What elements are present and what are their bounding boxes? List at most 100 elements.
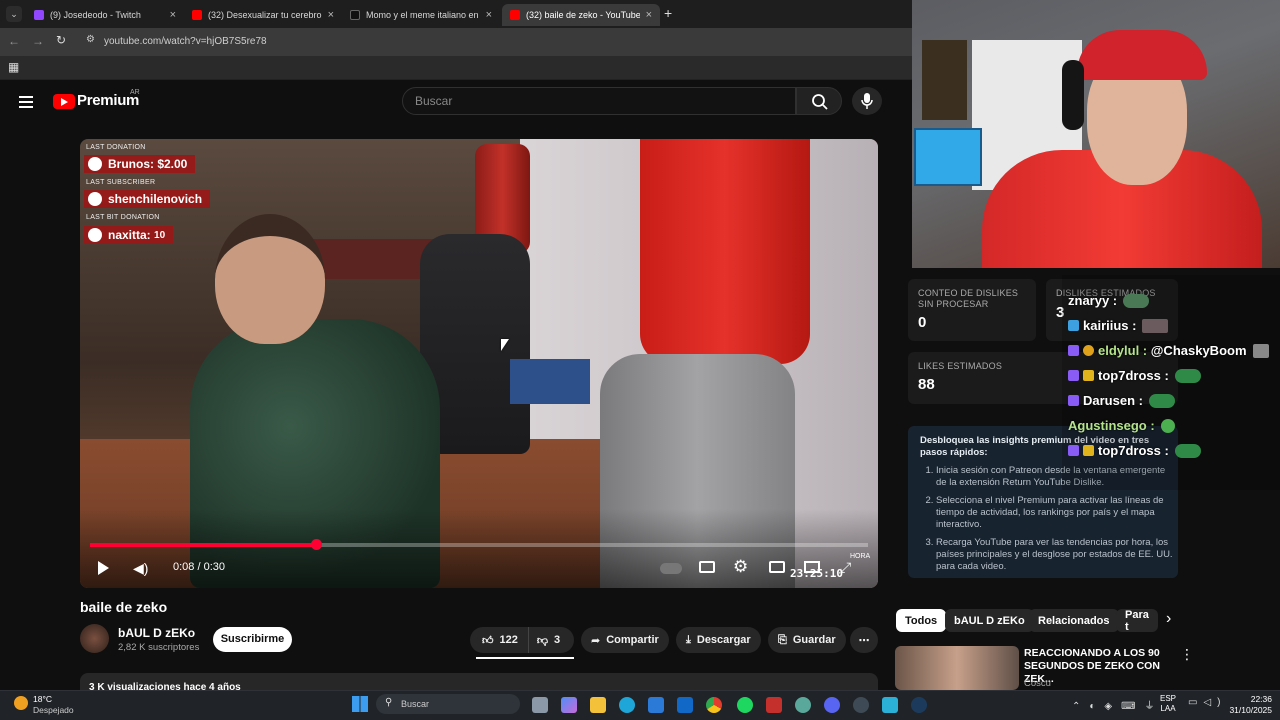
file-explorer-icon[interactable] <box>590 697 606 713</box>
badge-icon <box>1068 395 1079 406</box>
raw-dislikes-card: CONTEO DE DISLIKES SIN PROCESAR 0 <box>908 279 1036 341</box>
subscribe-button[interactable]: Suscribirme <box>213 627 292 652</box>
video-frame-blue-mat <box>510 359 590 404</box>
raw-dislikes-value: 0 <box>918 314 927 331</box>
outlook-icon[interactable] <box>677 697 693 713</box>
site-info-icon[interactable]: ⚙ <box>86 34 95 45</box>
more-icon: ⋯ <box>858 634 870 647</box>
clock[interactable]: 22:36 31/10/2025 <box>1224 694 1272 716</box>
download-button[interactable]: ⤓ Descargar <box>676 627 761 653</box>
steam-icon[interactable] <box>911 697 927 713</box>
store-icon[interactable] <box>648 697 664 713</box>
close-icon[interactable]: × <box>646 9 652 21</box>
badge-icon <box>1068 345 1079 356</box>
edge-icon[interactable] <box>619 697 635 713</box>
settings-icon[interactable]: ⚙ <box>733 557 748 577</box>
miniplayer-icon[interactable] <box>769 561 785 573</box>
system-tray-icons[interactable]: ⌃◐◈⌨⏚ <box>1072 697 1164 712</box>
menu-icon[interactable] <box>19 93 33 111</box>
copilot-icon[interactable] <box>561 697 577 713</box>
weather-temp: 18°C <box>33 694 52 704</box>
emote-icon <box>1123 293 1150 308</box>
dislike-button[interactable]: 👎︎ 3 <box>529 627 568 653</box>
app-icon[interactable] <box>795 697 811 713</box>
close-icon[interactable]: × <box>328 9 334 21</box>
voice-search-button[interactable] <box>852 87 882 115</box>
chip-todos[interactable]: Todos <box>896 609 947 632</box>
app-icon[interactable] <box>766 697 782 713</box>
url-field[interactable]: youtube.com/watch?v=hjOB7S5re78 <box>104 36 267 47</box>
star-icon <box>88 228 102 242</box>
chat-message: eldylul : @ChaskyBoom <box>1068 343 1269 358</box>
channel-avatar[interactable] <box>80 624 109 653</box>
video-player[interactable]: LAST DONATION Brunos: $2.00 LAST SUBSCRI… <box>80 139 878 588</box>
tab-list-button[interactable]: ⌄ <box>6 6 22 22</box>
chrome-icon[interactable] <box>706 697 722 713</box>
raw-dislikes-label: CONTEO DE DISLIKES SIN PROCESAR <box>918 288 1019 309</box>
last-donation: Brunos: $2.00 <box>84 155 196 173</box>
crown-badge-icon <box>1083 370 1094 381</box>
emote-icon <box>1174 443 1201 458</box>
search-input[interactable] <box>402 87 796 115</box>
taskbar-search[interactable]: ⚲ Buscar <box>376 694 520 714</box>
chat-message: top7dross : <box>1068 443 1201 458</box>
windows-start-icon[interactable] <box>352 696 368 712</box>
thumbs-up-icon: 👍︎ <box>482 634 494 647</box>
forward-icon[interactable]: → <box>32 34 44 48</box>
browser-tab-active[interactable]: (32) baile de zeko - YouTube × <box>502 4 660 26</box>
tiktok-icon <box>350 10 360 20</box>
like-ratio-bar <box>476 657 574 659</box>
language-indicator[interactable]: ESP LAA <box>1160 694 1176 714</box>
last-bit-donation: naxitta: 10 <box>84 226 174 244</box>
mic-icon <box>861 93 873 109</box>
new-tab-button[interactable]: + <box>664 5 672 21</box>
more-vert-icon[interactable]: ⋮ <box>1180 646 1194 663</box>
badge-icon <box>1068 320 1079 331</box>
volume-icon[interactable]: ◀) <box>133 560 151 576</box>
play-button[interactable] <box>98 561 109 575</box>
recommended-thumbnail[interactable] <box>895 646 1019 690</box>
chevron-right-icon[interactable]: › <box>1166 610 1171 628</box>
apps-grid-icon[interactable]: ▦ <box>8 60 19 74</box>
more-actions-button[interactable]: ⋯ <box>850 627 878 653</box>
network-volume-icons[interactable]: ▭◁) <box>1188 697 1226 708</box>
search-button[interactable] <box>796 87 842 115</box>
browser-tab[interactable]: (32) Desexualizar tu cerebro en × <box>184 4 342 26</box>
emote-icon <box>1142 318 1169 333</box>
youtube-logo-icon[interactable] <box>53 94 75 109</box>
weather-icon[interactable] <box>14 696 28 710</box>
back-icon[interactable]: ← <box>8 34 20 48</box>
chip-related[interactable]: Relacionados <box>1029 609 1119 632</box>
chip-for-you[interactable]: Para t <box>1116 609 1158 632</box>
browser-tab[interactable]: Momo y el meme italiano en Ar × <box>342 4 500 26</box>
chat-message: top7dross : <box>1068 368 1201 383</box>
subtitles-icon[interactable] <box>699 561 715 573</box>
discord-icon[interactable] <box>824 697 840 713</box>
badge-icon <box>1068 445 1079 456</box>
youtube-icon <box>192 10 202 20</box>
save-button[interactable]: ⎘ Guardar <box>768 627 846 653</box>
hora-label: HORA <box>850 553 871 560</box>
emote-icon <box>1252 343 1269 358</box>
progress-bar-played <box>90 543 316 547</box>
like-button[interactable]: 👍︎ 122 <box>470 627 529 653</box>
progress-scrubber[interactable] <box>310 539 322 550</box>
close-icon[interactable]: × <box>170 9 176 21</box>
progress-bar[interactable] <box>90 539 868 550</box>
recommended-channel[interactable]: Coscu <box>1024 678 1051 689</box>
chip-channel[interactable]: bAUL D zEKo <box>945 609 1034 632</box>
last-bit-donation-label: LAST BIT DONATION <box>86 214 160 221</box>
webcam-headphones <box>1062 60 1084 130</box>
last-donation-label: LAST DONATION <box>86 144 146 151</box>
channel-name[interactable]: bAUL D zEKo <box>118 626 195 640</box>
close-icon[interactable]: × <box>486 9 492 21</box>
browser-tab[interactable]: (9) Josedeodo - Twitch × <box>26 4 184 26</box>
task-view-icon[interactable] <box>532 697 548 713</box>
pause-toggle-icon[interactable] <box>660 563 682 574</box>
reload-icon[interactable]: ↻ <box>56 33 66 47</box>
app-icon[interactable] <box>882 697 898 713</box>
spotify-icon[interactable] <box>737 697 753 713</box>
taskbar-search-label: Buscar <box>401 699 430 709</box>
app-icon[interactable] <box>853 697 869 713</box>
share-button[interactable]: ➦ Compartir <box>581 627 669 653</box>
